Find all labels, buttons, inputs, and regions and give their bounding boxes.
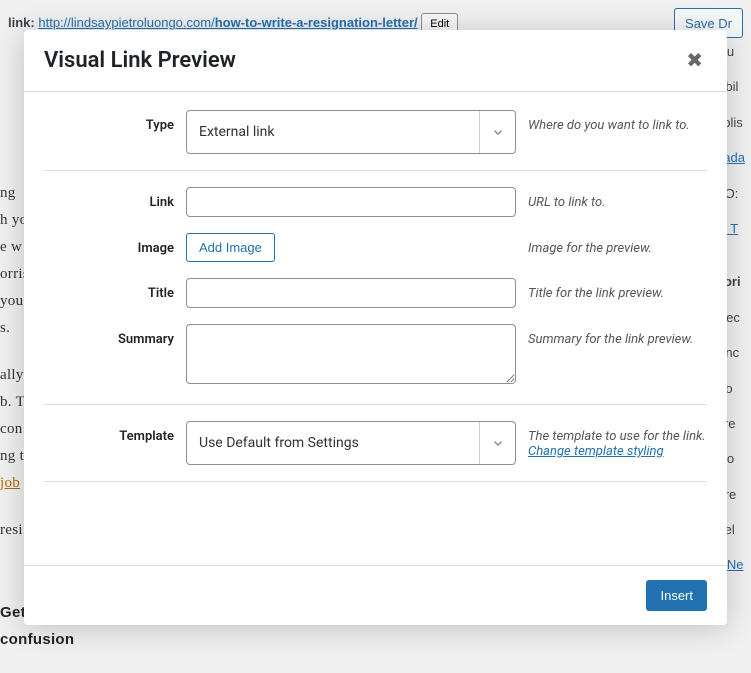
summary-row: Summary Summary for the link preview. — [24, 316, 727, 396]
image-row: Image Add Image Image for the preview. — [24, 225, 727, 270]
close-button[interactable]: ✖ — [682, 44, 707, 77]
type-help: Where do you want to link to. — [528, 110, 707, 133]
divider — [44, 170, 707, 171]
close-icon: ✖ — [686, 50, 703, 72]
link-help: URL to link to. — [528, 187, 707, 210]
divider — [44, 404, 707, 405]
title-label: Title — [44, 278, 174, 301]
image-label: Image — [44, 233, 174, 256]
summary-help: Summary for the link preview. — [528, 324, 707, 347]
chevron-down-icon — [479, 111, 515, 153]
permalink-url[interactable]: http://lindsaypietroluongo.com/how-to-wr… — [38, 15, 417, 30]
title-help: Title for the link preview. — [528, 278, 707, 301]
image-help: Image for the preview. — [528, 233, 707, 256]
permalink-label: link: — [8, 15, 35, 30]
link-input[interactable] — [186, 187, 516, 217]
chevron-down-icon — [479, 422, 515, 464]
modal-title: Visual Link Preview — [44, 48, 236, 73]
link-row: Link URL to link to. — [24, 179, 727, 225]
divider — [44, 481, 707, 482]
template-select[interactable]: Use Default from Settings — [186, 421, 516, 465]
template-row: Template Use Default from Settings The t… — [24, 413, 727, 473]
template-label: Template — [44, 421, 174, 444]
type-row: Type External link Where do you want to … — [24, 102, 727, 162]
title-input[interactable] — [186, 278, 516, 308]
template-help: The template to use for the link. Change… — [528, 421, 707, 459]
modal-footer: Insert — [24, 565, 727, 625]
modal-header: Visual Link Preview ✖ — [24, 30, 727, 92]
link-label: Link — [44, 187, 174, 210]
type-select[interactable]: External link — [186, 110, 516, 154]
title-row: Title Title for the link preview. — [24, 270, 727, 316]
change-template-styling-link[interactable]: Change template styling — [528, 444, 664, 459]
template-select-value: Use Default from Settings — [187, 422, 479, 464]
insert-button[interactable]: Insert — [646, 580, 707, 611]
visual-link-preview-modal: Visual Link Preview ✖ Type External link… — [24, 30, 727, 625]
summary-label: Summary — [44, 324, 174, 347]
modal-body: Type External link Where do you want to … — [24, 92, 727, 565]
type-select-value: External link — [187, 111, 479, 153]
summary-textarea[interactable] — [186, 324, 516, 384]
add-image-button[interactable]: Add Image — [186, 233, 275, 262]
type-label: Type — [44, 110, 174, 133]
